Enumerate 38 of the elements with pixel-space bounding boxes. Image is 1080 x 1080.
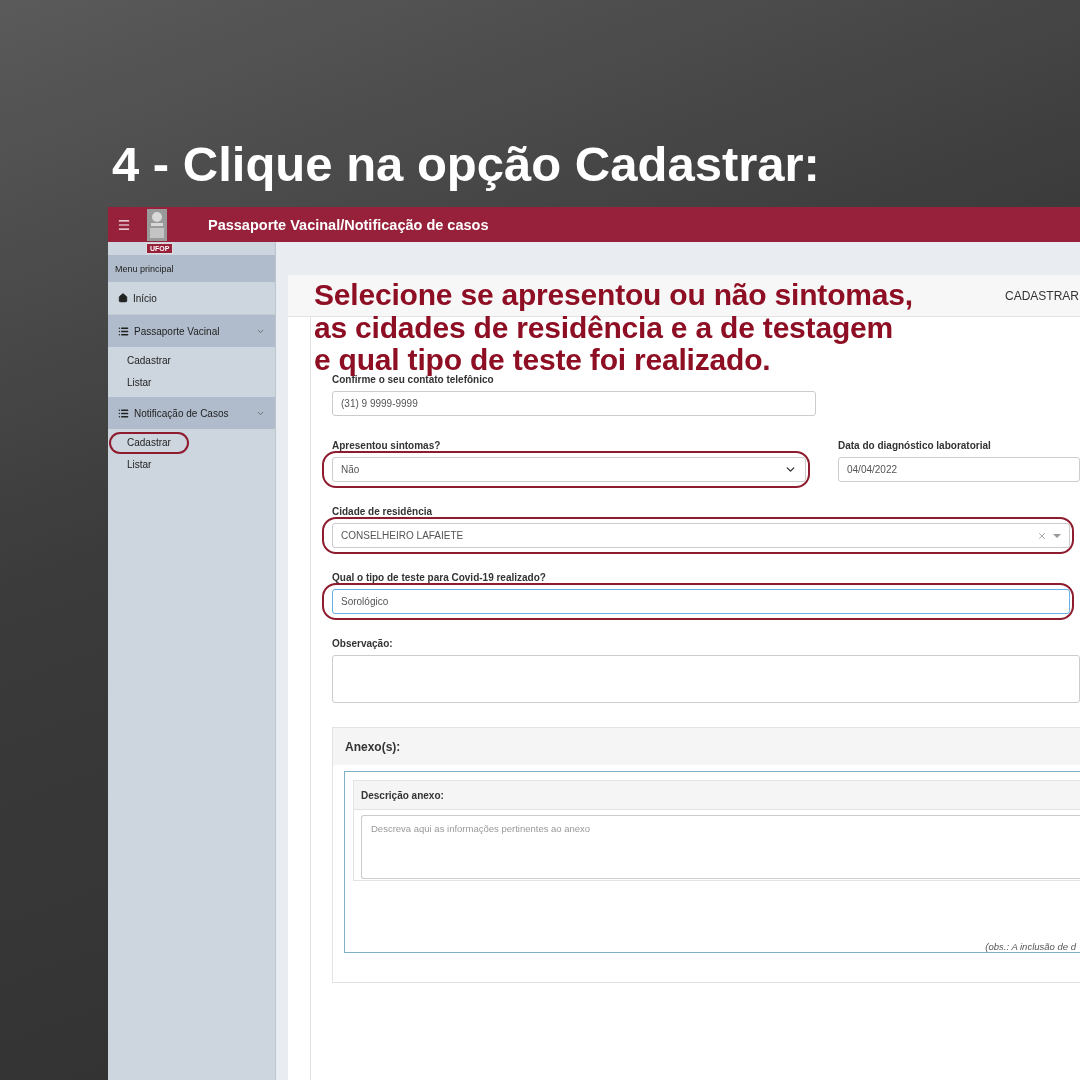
annotation-text: Selecione se apresentou ou não sintomas, — [314, 279, 913, 312]
field-label: Confirme o seu contato telefônico — [332, 374, 495, 386]
field-label: Observação: — [332, 638, 394, 650]
sidebar-item[interactable]: Listar — [111, 456, 168, 474]
clear-icon[interactable] — [1037, 530, 1047, 541]
caret-icon — [1053, 533, 1061, 538]
menu-title: Menu principal — [108, 255, 275, 282]
sidebar-item[interactable]: Cadastrar — [111, 352, 187, 370]
field-label: Cidade de residência — [332, 506, 434, 518]
select-field[interactable]: CONSELHEIRO LAFAIETE — [332, 523, 1070, 548]
sidebar-link-label: Início — [133, 292, 157, 304]
description-label: Descrição anexo: — [361, 789, 444, 801]
section-label: Notificação de Casos — [134, 407, 230, 419]
input-field[interactable]: 04/04/2022 — [838, 457, 1080, 482]
app-title: Passaporte Vacinal/Notificação de casos — [208, 216, 489, 233]
select-field[interactable]: Não — [332, 457, 806, 482]
annotation-text: e qual tipo de teste foi realizado. — [314, 344, 771, 376]
field-label: Qual o tipo de teste para Covid-19 realizado? — [332, 572, 547, 584]
card-title: CADASTRAR — [1005, 288, 1079, 303]
textarea-field[interactable] — [332, 655, 1080, 703]
section-label: Passaporte Vacinal — [134, 325, 221, 337]
input-field[interactable]: (31) 9 9999-9999 — [332, 391, 816, 416]
sidebar-section[interactable]: Passaporte Vacinal — [108, 315, 275, 347]
list-icon — [118, 407, 129, 419]
description-field[interactable]: Descreva aqui as informações pertinentes ao anexo — [361, 815, 1080, 879]
list-icon — [118, 325, 129, 337]
input-field[interactable]: Sorológico — [332, 589, 1070, 614]
home-icon — [118, 293, 128, 303]
annotation-text: as cidades de residência e a de testagem — [314, 311, 894, 344]
field-label: Apresentou sintomas? — [332, 440, 442, 452]
headline: 4 - Clique na opção Cadastrar: — [112, 136, 821, 193]
panel-title: Anexo(s): — [345, 739, 401, 754]
sidebar-item[interactable]: Cadastrar — [111, 434, 187, 452]
attachment-note: (obs.: A inclusão de d — [985, 941, 1076, 952]
menu-icon — [117, 217, 131, 232]
field-label: Data do diagnóstico laboratorial — [838, 440, 992, 452]
sidebar-section[interactable]: Notificação de Casos — [108, 397, 275, 429]
sidebar-item[interactable]: Listar — [111, 374, 168, 392]
